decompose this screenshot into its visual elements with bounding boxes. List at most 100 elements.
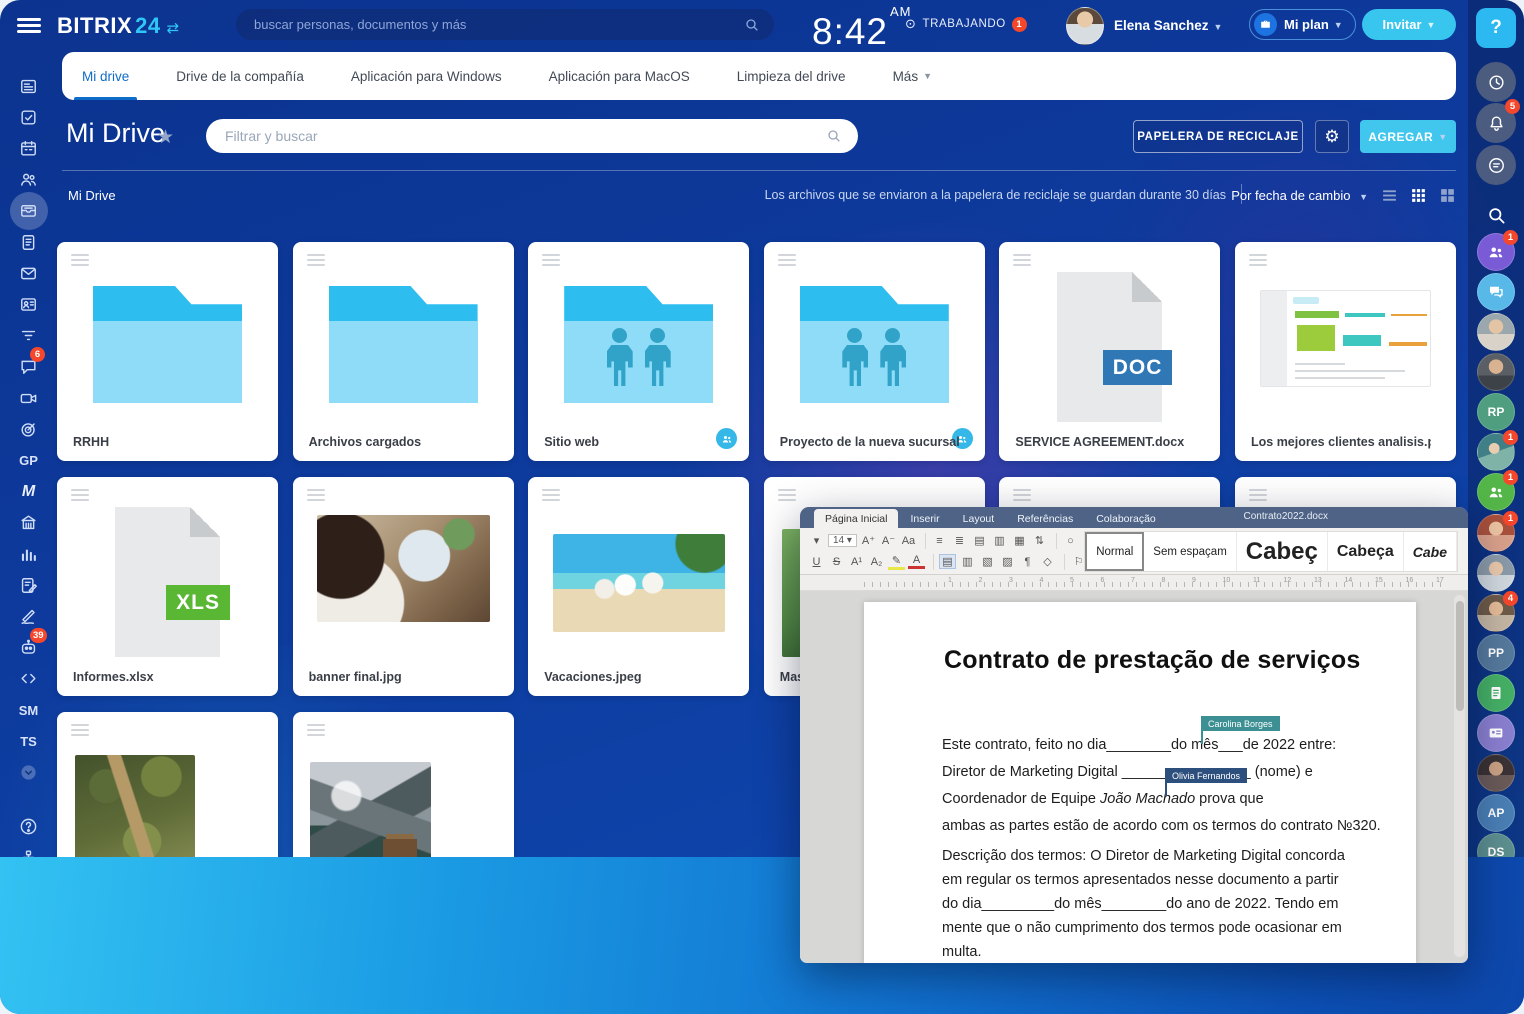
editor-tab-colabora-o[interactable]: Colaboração [1085,509,1167,528]
add-button[interactable]: AGREGAR▼ [1360,120,1456,153]
file-card-archivos-cargados[interactable]: Archivos cargados [293,242,514,461]
multilevel-list-icon[interactable]: ▤ [971,534,988,547]
card-menu-icon[interactable] [1249,489,1267,504]
sidebar-developer-code-icon[interactable] [0,665,57,693]
line-spacing-icon[interactable]: ⇅ [1031,534,1048,547]
rail-avatar[interactable]: 4 [1477,594,1515,632]
file-card-service-agreement-docx[interactable]: DOCSERVICE AGREEMENT.docx [999,242,1220,461]
market-logo-icon[interactable]: M [0,478,57,506]
sidebar-chat-icon[interactable]: 6 [0,353,57,381]
rail-avatar[interactable] [1477,714,1515,752]
bullet-list-icon[interactable]: ≡ [931,535,948,547]
rail-avatar[interactable] [1477,674,1515,712]
sidebar-target-icon[interactable] [0,415,57,443]
card-menu-icon[interactable] [778,254,796,269]
sidebar-item-ts[interactable]: TS [0,727,57,755]
sidebar-item-gp[interactable]: GP [0,446,57,474]
editor-tab-inserir[interactable]: Inserir [899,509,950,528]
global-search-input[interactable]: buscar personas, documentos y más [236,9,774,40]
card-menu-icon[interactable] [542,489,560,504]
shrink-font-icon[interactable]: A⁻ [880,534,897,547]
editor-tab-refer-ncias[interactable]: Referências [1006,509,1084,528]
tab-aplicaci-n-para-windows[interactable]: Aplicación para Windows [351,52,502,100]
strikethrough-icon[interactable]: S [828,556,845,568]
file-card-informes-xlsx[interactable]: XLSInformes.xlsx [57,477,278,696]
sort-dropdown[interactable]: Por fecha de cambio ▼ [1231,188,1368,203]
sidebar-calendar-icon[interactable] [0,134,57,162]
align-left-icon[interactable]: ▤ [939,554,956,569]
rail-chat-lines-button[interactable] [1476,145,1516,185]
tile-view-icon[interactable] [1439,187,1456,204]
rail-avatar[interactable]: 1 [1477,233,1515,271]
card-menu-icon[interactable] [71,254,89,269]
file-card-sitio-web[interactable]: Sitio web [528,242,749,461]
card-menu-icon[interactable] [542,254,560,269]
rail-avatar[interactable]: 1 [1477,514,1515,552]
rail-avatar[interactable]: 1 [1477,433,1515,471]
card-menu-icon[interactable] [71,489,89,504]
editor-tab-p-gina-inicial[interactable]: Página Inicial [814,509,898,528]
menu-icon[interactable] [17,18,41,34]
search-icon[interactable] [826,128,842,144]
sidebar-sales-funnel-icon[interactable] [0,322,57,350]
sidebar-item-sm[interactable]: SM [0,696,57,724]
card-menu-icon[interactable] [1013,489,1031,504]
breadcrumb[interactable]: Mi Drive [68,188,116,203]
align-right-icon[interactable]: ▧ [979,555,996,568]
sidebar-collapse-chevron-icon[interactable] [0,758,57,786]
sidebar-help-circle-icon[interactable] [0,813,57,841]
subscript-icon[interactable]: A₂ [868,556,885,568]
rail-avatar-pp[interactable]: PP [1477,634,1515,672]
document-page[interactable]: Contrato de prestação de serviços Caroli… [864,602,1416,963]
card-menu-icon[interactable] [307,724,325,739]
rail-bell-button[interactable]: 5 [1476,103,1516,143]
rail-avatar[interactable] [1477,754,1515,792]
card-menu-icon[interactable] [1249,254,1267,269]
work-status[interactable]: ⊙ TRABAJANDO 1 [905,16,1027,32]
editor-scrollbar[interactable] [1454,595,1465,957]
rail-history-button[interactable] [1476,62,1516,102]
sidebar-feed-icon[interactable] [0,72,57,100]
tab-m-s[interactable]: Más ▼ [893,52,932,100]
card-menu-icon[interactable] [71,724,89,739]
superscript-icon[interactable]: A¹ [848,556,865,568]
my-plan-button[interactable]: Mi plan▼ [1249,9,1356,40]
sidebar-tasks-icon[interactable] [0,103,57,131]
favorite-star-icon[interactable]: ★ [157,126,174,149]
indent-icon[interactable]: ▥ [991,534,1008,547]
paragraph-mark-icon[interactable]: ¶ [1019,556,1036,568]
sidebar-doc-sign-icon[interactable] [0,571,57,599]
recycle-bin-button[interactable]: PAPELERA DE RECICLAJE [1133,120,1303,153]
sidebar-analytics-icon[interactable] [0,540,57,568]
style-normal[interactable]: Normal [1085,532,1144,571]
eraser-icon[interactable]: ○ [1062,535,1079,547]
user-avatar[interactable] [1066,7,1104,45]
user-name[interactable]: Elena Sanchez▼ [1114,18,1222,33]
card-menu-icon[interactable] [307,489,325,504]
rail-avatar[interactable] [1477,313,1515,351]
font-size-dropdown[interactable]: 14 ▾ [828,534,857,547]
invite-button[interactable]: Invitar▼ [1362,9,1456,40]
clock[interactable]: 8:42AM [812,4,912,53]
style-cabe[interactable]: Cabe [1404,532,1457,571]
sidebar-crm-card-icon[interactable] [0,290,57,318]
justify-icon[interactable]: ▨ [999,555,1016,568]
list-view-icon[interactable] [1381,187,1398,204]
file-card-vacaciones-jpeg[interactable]: Vacaciones.jpeg [528,477,749,696]
grow-font-icon[interactable]: A⁺ [860,534,877,547]
sidebar-employees-icon[interactable] [0,166,57,194]
sidebar-mail-icon[interactable] [0,259,57,287]
style-sem-espa-am[interactable]: Sem espaçam [1144,532,1237,571]
sidebar-documents-icon[interactable] [0,228,57,256]
font-dropdown[interactable]: ▾ [808,534,825,547]
align-center-icon[interactable]: ▥ [959,555,976,568]
settings-gear-button[interactable]: ⚙ [1315,120,1349,153]
file-card-rrhh[interactable]: RRHH [57,242,278,461]
file-card-proyecto-de-la-nueva-sucursal[interactable]: Proyecto de la nueva sucursal [764,242,985,461]
search-icon[interactable] [744,17,760,33]
grid-view-icon[interactable] [1410,187,1427,204]
tab-mi-drive[interactable]: Mi drive [82,52,129,100]
tab-limpieza-del-drive[interactable]: Limpieza del drive [737,52,846,100]
rail-avatar-rp[interactable]: RP [1477,393,1515,431]
style-cabe-[interactable]: Cabeç [1237,532,1328,571]
